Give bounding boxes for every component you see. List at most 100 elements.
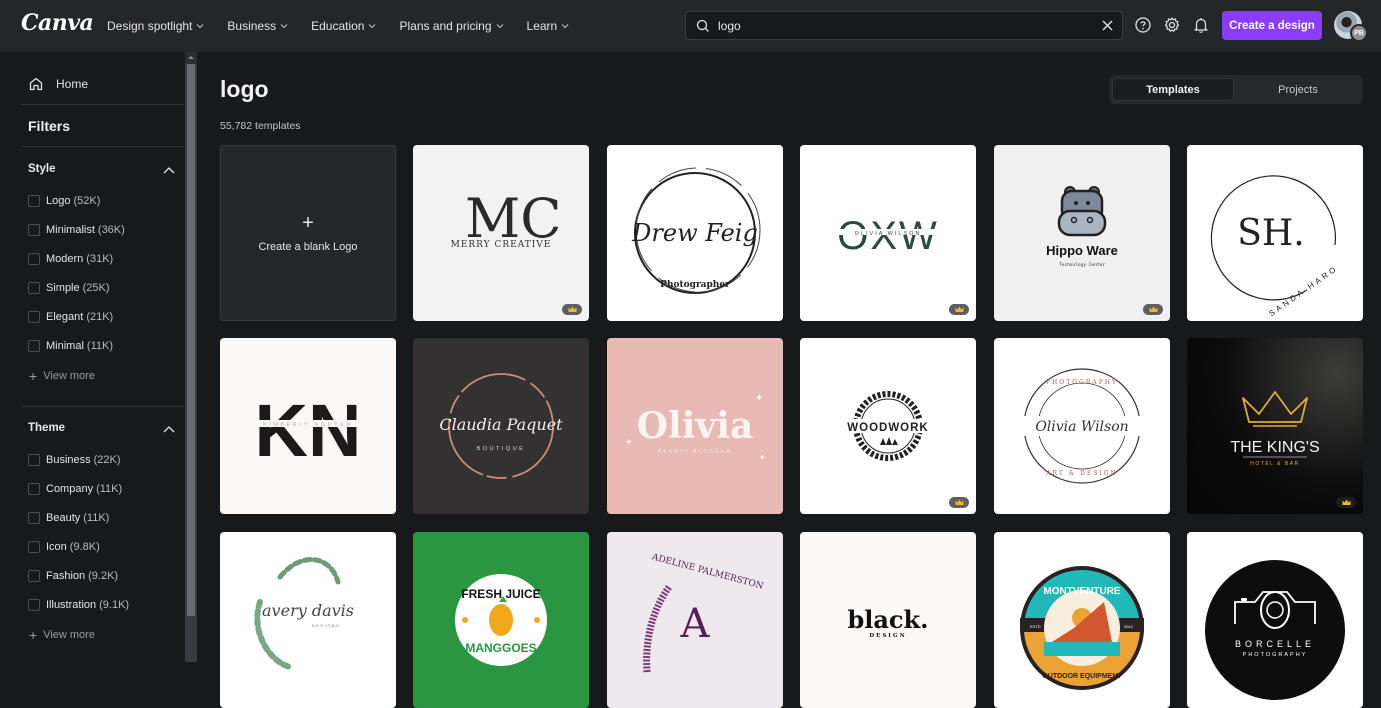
checkbox[interactable] bbox=[28, 454, 40, 466]
template-count: 55,782 templates bbox=[220, 120, 301, 132]
tab-templates[interactable]: Templates bbox=[1112, 78, 1234, 101]
divider bbox=[22, 104, 184, 105]
template-card[interactable]: Hippo Ware Technology Center bbox=[994, 145, 1170, 321]
nav-learn[interactable]: Learn bbox=[527, 19, 570, 33]
nav-business[interactable]: Business bbox=[227, 19, 288, 33]
thumb-sub-text: OUTDOOR EQUIPMENT bbox=[1042, 673, 1122, 680]
template-card[interactable]: OXW OLIVIA WILSON bbox=[800, 145, 976, 321]
template-card[interactable]: WOODWORK bbox=[800, 338, 976, 514]
checkbox[interactable] bbox=[28, 224, 40, 236]
scroll-up-arrow[interactable] bbox=[185, 52, 197, 64]
create-blank-label: Create a blank Logo bbox=[258, 241, 358, 253]
thumb-sub-text: BOUTIQUE bbox=[477, 446, 526, 452]
view-more-theme[interactable]: + View more bbox=[29, 628, 95, 642]
checkbox[interactable] bbox=[28, 512, 40, 524]
create-blank-logo-card[interactable]: + Create a blank Logo bbox=[220, 145, 396, 321]
sidebar-home[interactable]: Home bbox=[28, 76, 88, 92]
search-bar bbox=[685, 11, 1123, 40]
nav-plans-pricing[interactable]: Plans and pricing bbox=[399, 19, 503, 33]
template-thumbnail: THE KING'S HOTEL & BAR bbox=[1230, 391, 1320, 467]
nav-design-spotlight[interactable]: Design spotlight bbox=[107, 19, 204, 33]
filter-count: (31K) bbox=[86, 253, 114, 265]
thumb-main-text: SH. bbox=[1237, 213, 1305, 254]
crown-icon bbox=[955, 306, 963, 312]
checkbox[interactable] bbox=[28, 599, 40, 611]
search-input[interactable] bbox=[718, 18, 1078, 33]
divider bbox=[22, 406, 184, 407]
filter-style-elegant[interactable]: Elegant (21K) bbox=[28, 311, 113, 323]
filter-count: (52K) bbox=[73, 195, 101, 207]
template-card[interactable]: KN KIMBERLY NGUYEN bbox=[220, 338, 396, 514]
thumb-sub-text: DESIGN bbox=[869, 633, 906, 639]
checkbox[interactable] bbox=[28, 282, 40, 294]
filter-theme-business[interactable]: Business (22K) bbox=[28, 454, 121, 466]
view-more-style[interactable]: + View more bbox=[29, 369, 95, 383]
chevron-down-icon bbox=[561, 24, 569, 29]
canva-logo[interactable]: Canva bbox=[21, 10, 94, 36]
filter-count: (11K) bbox=[96, 483, 123, 495]
filter-theme-beauty[interactable]: Beauty (11K) bbox=[28, 512, 109, 524]
template-card[interactable]: Olivia BEAUTY BLOGGER ✦ ✦ ✦ bbox=[607, 338, 783, 514]
filter-style-minimal[interactable]: Minimal (11K) bbox=[28, 340, 113, 352]
svg-text:✦: ✦ bbox=[625, 437, 633, 447]
thumb-sub2-text: ESTD bbox=[1030, 624, 1041, 629]
template-card[interactable]: Claudia Paquet BOUTIQUE bbox=[413, 338, 589, 514]
filter-style-logo[interactable]: Logo (52K) bbox=[28, 195, 100, 207]
help-icon[interactable] bbox=[1134, 16, 1152, 34]
bell-icon[interactable] bbox=[1192, 16, 1210, 34]
template-thumbnail: Hippo Ware Technology Center bbox=[1046, 186, 1118, 268]
template-thumbnail: Olivia BEAUTY BLOGGER ✦ ✦ ✦ bbox=[625, 393, 766, 462]
divider bbox=[22, 146, 184, 147]
filter-label: Beauty bbox=[46, 512, 81, 524]
search-icon bbox=[696, 19, 709, 32]
thumb-sub-text: HOTEL & BAR bbox=[1250, 461, 1299, 467]
chevron-up-icon[interactable] bbox=[163, 425, 175, 433]
filter-theme-illustration[interactable]: Illustration (9.1K) bbox=[28, 599, 129, 611]
filter-style-minimalist[interactable]: Minimalist (36K) bbox=[28, 224, 125, 236]
template-card[interactable]: black. DESIGN bbox=[800, 532, 976, 708]
avatar-initials-badge: PB bbox=[1350, 24, 1368, 42]
filter-theme-company[interactable]: Company (11K) bbox=[28, 483, 122, 495]
checkbox[interactable] bbox=[28, 340, 40, 352]
checkbox[interactable] bbox=[28, 483, 40, 495]
checkbox[interactable] bbox=[28, 195, 40, 207]
template-card[interactable]: MONTVENTURE ESTD 2012 OUTDOOR EQUIPMENT bbox=[994, 532, 1170, 708]
thumb-main-text: Hippo Ware bbox=[1046, 243, 1118, 258]
create-design-button[interactable]: Create a design bbox=[1222, 11, 1322, 40]
filter-count: (11K) bbox=[83, 512, 110, 524]
template-card[interactable]: Olivia Wilson PHOTOGRAPHY ART & DESIGN bbox=[994, 338, 1170, 514]
template-thumbnail: A ADELINE PALMERSTON bbox=[643, 552, 764, 673]
chevron-up-icon[interactable] bbox=[163, 166, 175, 174]
template-card[interactable]: BORCELLE PHOTOGRAPHY bbox=[1187, 532, 1363, 708]
thumb-main-text: KN bbox=[255, 389, 362, 472]
template-card[interactable]: SH. SANDA HARO bbox=[1187, 145, 1363, 321]
template-card[interactable]: FRESH JUICE MANGGOES bbox=[413, 532, 589, 708]
filter-style-modern[interactable]: Modern (31K) bbox=[28, 253, 113, 265]
template-card[interactable]: Drew Feig Photographer bbox=[607, 145, 783, 321]
scrollbar-thumb[interactable] bbox=[187, 64, 195, 616]
template-card[interactable]: MC MERRY CREATIVE bbox=[413, 145, 589, 321]
page-title: logo bbox=[220, 76, 269, 102]
template-card[interactable]: avery davis DESIGNS bbox=[220, 532, 396, 708]
checkbox[interactable] bbox=[28, 570, 40, 582]
template-thumbnail: KN KIMBERLY NGUYEN bbox=[240, 389, 376, 472]
template-card[interactable]: A ADELINE PALMERSTON bbox=[607, 532, 783, 708]
filter-theme-fashion[interactable]: Fashion (9.2K) bbox=[28, 570, 118, 582]
filter-label: Fashion bbox=[46, 570, 86, 582]
thumb-main-text: WOODWORK bbox=[847, 422, 928, 434]
checkbox[interactable] bbox=[28, 541, 40, 553]
checkbox[interactable] bbox=[28, 311, 40, 323]
settings-icon[interactable] bbox=[1163, 16, 1181, 34]
checkbox[interactable] bbox=[28, 253, 40, 265]
clear-search-icon[interactable] bbox=[1101, 19, 1114, 32]
nav-education[interactable]: Education bbox=[311, 19, 376, 33]
filter-style-simple[interactable]: Simple (25K) bbox=[28, 282, 110, 294]
tab-projects[interactable]: Projects bbox=[1237, 78, 1359, 101]
thumb-sub-text: DESIGNS bbox=[312, 623, 341, 628]
template-card[interactable]: THE KING'S HOTEL & BAR bbox=[1187, 338, 1363, 514]
filter-theme-icon[interactable]: Icon (9.8K) bbox=[28, 541, 100, 553]
nav-label: Learn bbox=[526, 19, 558, 33]
top-bar: Canva Design spotlight Business Educatio… bbox=[0, 0, 1381, 52]
plus-icon: + bbox=[302, 212, 314, 234]
template-thumbnail: OXW OLIVIA WILSON bbox=[830, 214, 946, 258]
